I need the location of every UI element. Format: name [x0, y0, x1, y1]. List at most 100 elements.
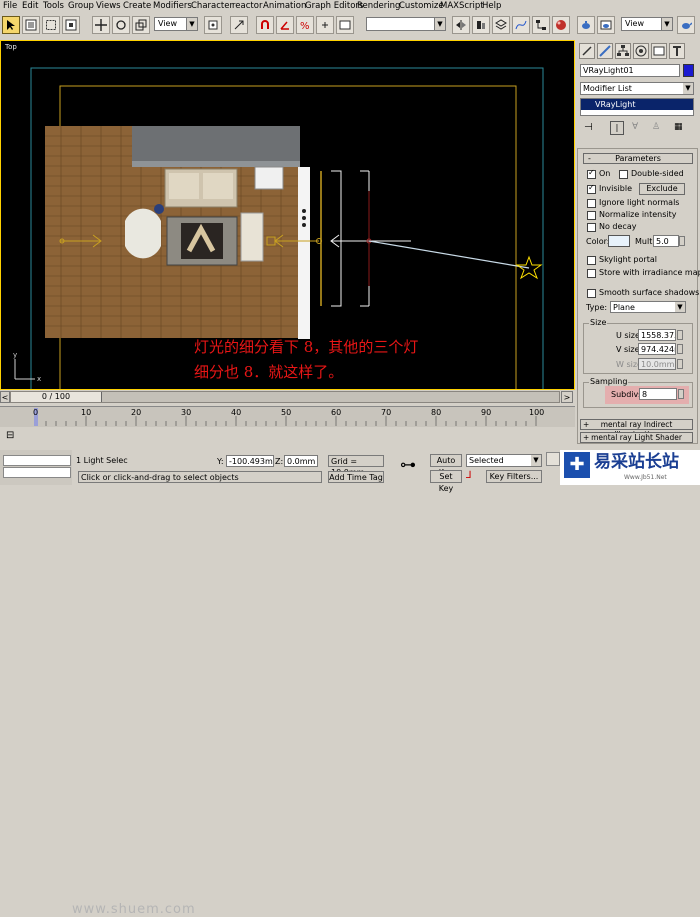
- edit-named-sets-button[interactable]: [336, 16, 354, 34]
- menu-character[interactable]: Character: [191, 0, 233, 12]
- modifier-stack[interactable]: VRayLight: [580, 98, 694, 116]
- track-bar[interactable]: 0 10 20 30 40 50 60 70 80 90 100 ⊟: [0, 406, 575, 450]
- render-type-combo[interactable]: View ▼: [621, 17, 673, 31]
- ignore-normals-checkbox[interactable]: [587, 199, 596, 208]
- menu-modifiers[interactable]: Modifiers: [153, 0, 192, 12]
- named-selection-combo[interactable]: ▼: [366, 17, 446, 31]
- mult-spinner[interactable]: [679, 236, 685, 246]
- next-frame-button[interactable]: >: [561, 391, 573, 403]
- menu-help[interactable]: Help: [482, 0, 501, 12]
- menu-animation[interactable]: Animation: [263, 0, 306, 12]
- schematic-view-button[interactable]: [532, 16, 550, 34]
- display-tab[interactable]: [651, 43, 667, 59]
- spinner-snap-button[interactable]: [316, 16, 334, 34]
- make-unique-icon[interactable]: ∀: [632, 122, 638, 132]
- maxscript-line-2[interactable]: [3, 467, 71, 478]
- pin-stack-icon[interactable]: ⊣: [584, 122, 593, 133]
- layer-manager-button[interactable]: [492, 16, 510, 34]
- rotate-button[interactable]: [112, 16, 130, 34]
- double-sided-checkbox[interactable]: [619, 170, 628, 179]
- z-coord-field[interactable]: 0.0mm: [284, 455, 318, 467]
- rect-select-button[interactable]: [42, 16, 60, 34]
- select-manipulate-button[interactable]: [230, 16, 248, 34]
- mirror-button[interactable]: [452, 16, 470, 34]
- quick-render-button[interactable]: [677, 16, 695, 34]
- trackbar-toggle-icon[interactable]: ⊟: [6, 430, 14, 441]
- no-decay-checkbox[interactable]: [587, 223, 596, 232]
- mult-field[interactable]: 5.0: [653, 235, 679, 247]
- remove-modifier-icon[interactable]: ♙: [652, 122, 660, 132]
- mr-shader-rollout[interactable]: + mental ray Light Shader: [580, 432, 693, 443]
- invisible-checkbox[interactable]: [587, 183, 596, 194]
- scale-button[interactable]: [132, 16, 150, 34]
- percent-snap-button[interactable]: %: [296, 16, 314, 34]
- go-to-start-button[interactable]: [546, 452, 560, 466]
- select-by-name-button[interactable]: [22, 16, 40, 34]
- menu-file[interactable]: File: [3, 0, 17, 12]
- menu-views[interactable]: Views: [96, 0, 121, 12]
- y-coord-field[interactable]: -100.493m: [226, 455, 274, 467]
- window-crossing-button[interactable]: [62, 16, 80, 34]
- on-checkbox[interactable]: [587, 168, 596, 179]
- key-filters-button[interactable]: Key Filters...: [486, 470, 542, 483]
- menu-tools[interactable]: Tools: [43, 0, 64, 12]
- utilities-tab[interactable]: [669, 43, 685, 59]
- parameters-header[interactable]: - Parameters: [583, 153, 693, 164]
- render-setup-button[interactable]: [577, 16, 595, 34]
- stack-item-vraylight[interactable]: VRayLight: [581, 99, 693, 110]
- maxscript-line-1[interactable]: [3, 455, 71, 466]
- create-tab[interactable]: [579, 43, 595, 59]
- v-size-field[interactable]: 974.424m: [638, 343, 676, 355]
- menu-customize[interactable]: Customize: [399, 0, 444, 12]
- menu-edit[interactable]: Edit: [22, 0, 38, 12]
- menu-graph-editors[interactable]: Graph Editors: [305, 0, 363, 12]
- object-color-swatch[interactable]: [683, 64, 694, 77]
- reference-coord-combo[interactable]: View ▼: [154, 17, 198, 31]
- angle-snap-button[interactable]: [276, 16, 294, 34]
- align-button[interactable]: [472, 16, 490, 34]
- menu-create[interactable]: Create: [123, 0, 151, 12]
- skylight-portal-checkbox[interactable]: [587, 256, 596, 265]
- normalize-checkbox[interactable]: [587, 211, 596, 220]
- select-arrow-button[interactable]: [2, 16, 20, 34]
- move-button[interactable]: [92, 16, 110, 34]
- menu-rendering[interactable]: Rendering: [357, 0, 400, 12]
- w-size-spinner[interactable]: [677, 359, 683, 369]
- mr-indirect-rollout[interactable]: +mental ray Indirect Illumination: [580, 419, 693, 439]
- set-key-button[interactable]: Set Key: [430, 470, 462, 493]
- motion-tab[interactable]: [633, 43, 649, 59]
- snap-toggle-button[interactable]: [256, 16, 274, 34]
- set-key-mode-icon[interactable]: ⅃: [466, 470, 480, 483]
- add-time-tag-button[interactable]: Add Time Tag: [328, 471, 384, 483]
- configure-sets-icon[interactable]: ▦: [674, 122, 683, 132]
- modifier-list-combo[interactable]: Modifier List ▼: [580, 82, 694, 95]
- menu-group[interactable]: Group: [68, 0, 94, 12]
- render-frame-button[interactable]: [597, 16, 615, 34]
- menu-reactor[interactable]: reactor: [232, 0, 262, 12]
- smooth-shadows-checkbox[interactable]: [587, 289, 596, 298]
- u-size-spinner[interactable]: [677, 330, 683, 340]
- material-editor-button[interactable]: [552, 16, 570, 34]
- top-viewport[interactable]: Top y x 灯光的细分看下 8，其他的三个灯 细分也 8．就这样了。: [0, 40, 575, 390]
- time-slider-track[interactable]: 0 / 100: [10, 391, 560, 403]
- prev-frame-button[interactable]: <: [0, 391, 10, 403]
- pivot-button[interactable]: [204, 16, 222, 34]
- u-size-field[interactable]: 1558.375: [638, 329, 676, 341]
- curve-editor-button[interactable]: [512, 16, 530, 34]
- subdivs-field[interactable]: 8: [639, 388, 677, 400]
- auto-key-button[interactable]: Auto Key: [430, 454, 462, 477]
- hierarchy-tab[interactable]: [615, 43, 631, 59]
- key-icon[interactable]: ⊶: [400, 457, 416, 473]
- key-selection-combo[interactable]: Selected ▼: [466, 454, 542, 467]
- object-name-field[interactable]: VRayLight01: [580, 64, 680, 77]
- exclude-button[interactable]: Exclude: [639, 183, 685, 195]
- color-swatch[interactable]: [608, 235, 630, 247]
- menu-maxscript[interactable]: MAXScript: [440, 0, 484, 12]
- w-size-field[interactable]: 10.0mm: [638, 358, 676, 370]
- time-slider-thumb[interactable]: 0 / 100: [11, 392, 102, 402]
- maxscript-listener-mini[interactable]: [0, 450, 72, 485]
- modify-tab[interactable]: [597, 43, 613, 59]
- type-combo[interactable]: Plane ▼: [610, 301, 686, 313]
- show-end-result-icon[interactable]: |: [610, 121, 624, 135]
- store-irradiance-checkbox[interactable]: [587, 269, 596, 278]
